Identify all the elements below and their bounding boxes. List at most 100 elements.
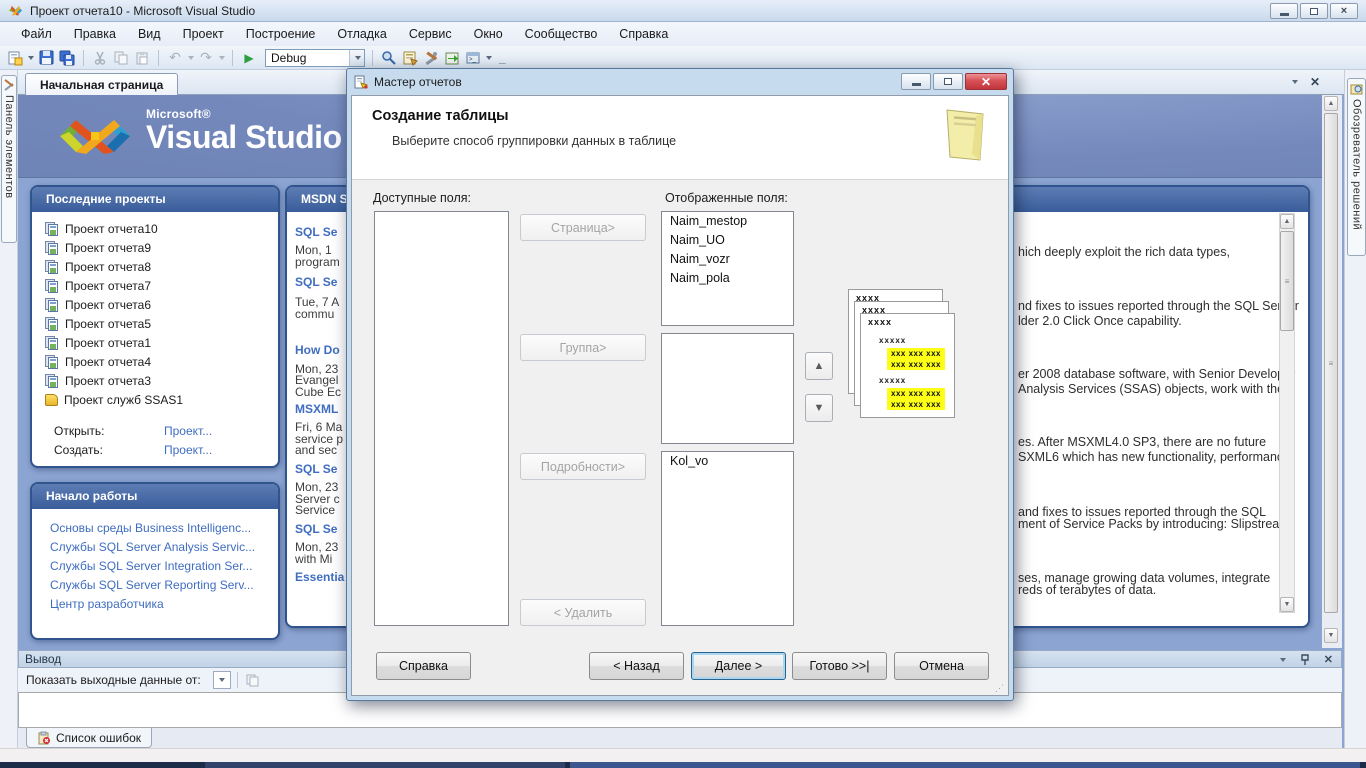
finish-button[interactable]: Готово >>| — [792, 652, 887, 680]
close-button[interactable]: × — [1330, 3, 1358, 19]
scroll-down-icon[interactable]: ▼ — [1324, 628, 1338, 643]
command-window-icon[interactable]: >_ — [464, 49, 482, 67]
msdn-text-fragment[interactable]: commu — [295, 307, 334, 321]
menu-item[interactable]: Сервис — [398, 24, 463, 44]
field-item[interactable]: Naim_mestop — [662, 212, 793, 231]
recent-project-item[interactable]: Проект отчета5 — [42, 314, 272, 333]
getting-started-link[interactable]: Службы SQL Server Analysis Servic... — [50, 538, 272, 557]
page-fields-listbox[interactable]: Naim_mestop Naim_UO Naim_vozr Naim_pola — [661, 211, 794, 326]
tab-start-page[interactable]: Начальная страница — [25, 73, 179, 95]
msdn-text-fragment[interactable]: How Do — [295, 343, 340, 357]
menu-item[interactable]: Правка — [63, 24, 127, 44]
menu-item[interactable]: Сообщество — [514, 24, 609, 44]
toolbox-icon[interactable] — [422, 49, 440, 67]
restore-button[interactable] — [1300, 3, 1328, 19]
start-page-scrollbar[interactable]: ▲ ≡ ▼ — [1322, 95, 1342, 648]
next-button[interactable]: Далее > — [691, 652, 786, 680]
toolbar-overflow-handle[interactable]: _ — [499, 51, 506, 65]
getting-started-link[interactable]: Центр разработчика — [50, 595, 272, 614]
output-close-icon[interactable]: ✕ — [1324, 654, 1333, 666]
recent-project-item[interactable]: Проект отчета3 — [42, 371, 272, 390]
getting-started-link[interactable]: Основы среды Business Intelligenc... — [50, 519, 272, 538]
move-up-button[interactable]: ▲ — [805, 352, 833, 380]
close-document-icon[interactable]: ✕ — [1310, 76, 1320, 88]
msdn-text-fragment[interactable]: Service — [295, 503, 335, 517]
recent-project-item[interactable]: Проект отчета8 — [42, 257, 272, 276]
getting-started-link[interactable]: Службы SQL Server Reporting Serv... — [50, 576, 272, 595]
scrollbar-thumb[interactable]: ≡ — [1280, 231, 1294, 331]
field-item[interactable]: Kol_vo — [662, 452, 793, 471]
msdn-text-fragment[interactable]: MSXML — [295, 402, 338, 416]
new-dropdown-arrow[interactable] — [28, 55, 34, 60]
field-item[interactable]: Naim_pola — [662, 269, 793, 288]
document-list-dropdown-icon[interactable] — [1291, 80, 1298, 84]
msdn-text-fragment[interactable]: and sec — [295, 443, 337, 457]
solution-explorer-icon[interactable] — [443, 49, 461, 67]
msdn-text-fragment[interactable]: Essentia — [295, 570, 344, 584]
create-project-link[interactable]: Проект... — [164, 443, 212, 457]
dialog-titlebar[interactable]: Мастер отчетов ✕ — [347, 69, 1013, 95]
configuration-combo[interactable]: Debug — [265, 48, 365, 67]
cancel-button[interactable]: Отмена — [894, 652, 989, 680]
msdn-text-fragment[interactable]: SQL Se — [295, 462, 337, 476]
getting-started-link[interactable]: Службы SQL Server Integration Ser... — [50, 557, 272, 576]
msdn-scrollbar[interactable]: ▲ ≡ ▼ — [1279, 213, 1295, 613]
msdn-text-fragment[interactable]: program — [295, 255, 340, 269]
recent-project-item[interactable]: Проект отчета4 — [42, 352, 272, 371]
solution-explorer-tab[interactable]: Обозреватель решений — [1347, 78, 1366, 256]
command-dropdown-arrow[interactable] — [486, 55, 492, 60]
menu-item[interactable]: Построение — [235, 24, 327, 44]
recent-project-item[interactable]: Проект отчета1 — [42, 333, 272, 352]
field-item[interactable]: Naim_UO — [662, 231, 793, 250]
pin-icon[interactable] — [1300, 654, 1310, 666]
scroll-up-icon[interactable]: ▲ — [1324, 96, 1338, 111]
minimize-button[interactable] — [1270, 3, 1298, 19]
back-button[interactable]: < Назад — [589, 652, 684, 680]
msdn-text-fragment[interactable]: SQL Se — [295, 275, 337, 289]
menu-item[interactable]: Вид — [127, 24, 172, 44]
save-all-icon[interactable] — [58, 49, 76, 67]
page-button[interactable]: Страница> — [520, 214, 646, 241]
recent-project-item[interactable]: Проект отчета9 — [42, 238, 272, 257]
scroll-up-icon[interactable]: ▲ — [1280, 214, 1294, 229]
group-button[interactable]: Группа> — [520, 334, 646, 361]
remove-button[interactable]: < Удалить — [520, 599, 646, 626]
recent-project-item[interactable]: Проект отчета7 — [42, 276, 272, 295]
details-button[interactable]: Подробности> — [520, 453, 646, 480]
scroll-down-icon[interactable]: ▼ — [1280, 597, 1294, 612]
field-item[interactable]: Naim_vozr — [662, 250, 793, 269]
dialog-close-button[interactable]: ✕ — [965, 73, 1007, 90]
output-source-combo[interactable] — [212, 671, 231, 689]
open-project-link[interactable]: Проект... — [164, 424, 212, 438]
menu-item[interactable]: Файл — [10, 24, 63, 44]
properties-window-icon[interactable] — [401, 49, 419, 67]
error-list-tab[interactable]: Список ошибок — [26, 728, 153, 748]
save-icon[interactable] — [37, 49, 55, 67]
group-fields-listbox[interactable] — [661, 333, 794, 444]
output-window-dropdown-icon[interactable] — [1279, 658, 1286, 662]
msdn-text-fragment[interactable]: Cube Ec — [295, 385, 341, 399]
menu-item[interactable]: Окно — [463, 24, 514, 44]
dialog-minimize-button[interactable] — [901, 73, 931, 90]
new-project-icon[interactable] — [6, 49, 24, 67]
combo-dropdown-button[interactable] — [349, 49, 364, 66]
help-button[interactable]: Справка — [376, 652, 471, 680]
menu-item[interactable]: Отладка — [326, 24, 397, 44]
resize-grip[interactable]: ⋰ — [995, 683, 1005, 693]
menu-item[interactable]: Проект — [172, 24, 235, 44]
recent-project-item[interactable]: Проект отчета6 — [42, 295, 272, 314]
dialog-restore-button[interactable] — [933, 73, 963, 90]
menu-item[interactable]: Справка — [608, 24, 679, 44]
move-down-button[interactable]: ▼ — [805, 394, 833, 422]
detail-fields-listbox[interactable]: Kol_vo — [661, 451, 794, 626]
msdn-text-fragment[interactable]: with Mi — [295, 552, 332, 566]
toolbox-tab[interactable]: Панель элементов — [1, 75, 17, 243]
available-fields-listbox[interactable] — [374, 211, 509, 626]
msdn-text-fragment[interactable]: SQL Se — [295, 225, 337, 239]
scrollbar-thumb[interactable]: ≡ — [1324, 113, 1338, 613]
start-debug-icon[interactable]: ▶ — [240, 49, 258, 67]
recent-project-item[interactable]: Проект отчета10 — [42, 219, 272, 238]
msdn-text-fragment[interactable]: SQL Se — [295, 522, 337, 536]
find-in-files-icon[interactable] — [380, 49, 398, 67]
recent-project-item[interactable]: Проект служб SSAS1 — [42, 390, 272, 409]
